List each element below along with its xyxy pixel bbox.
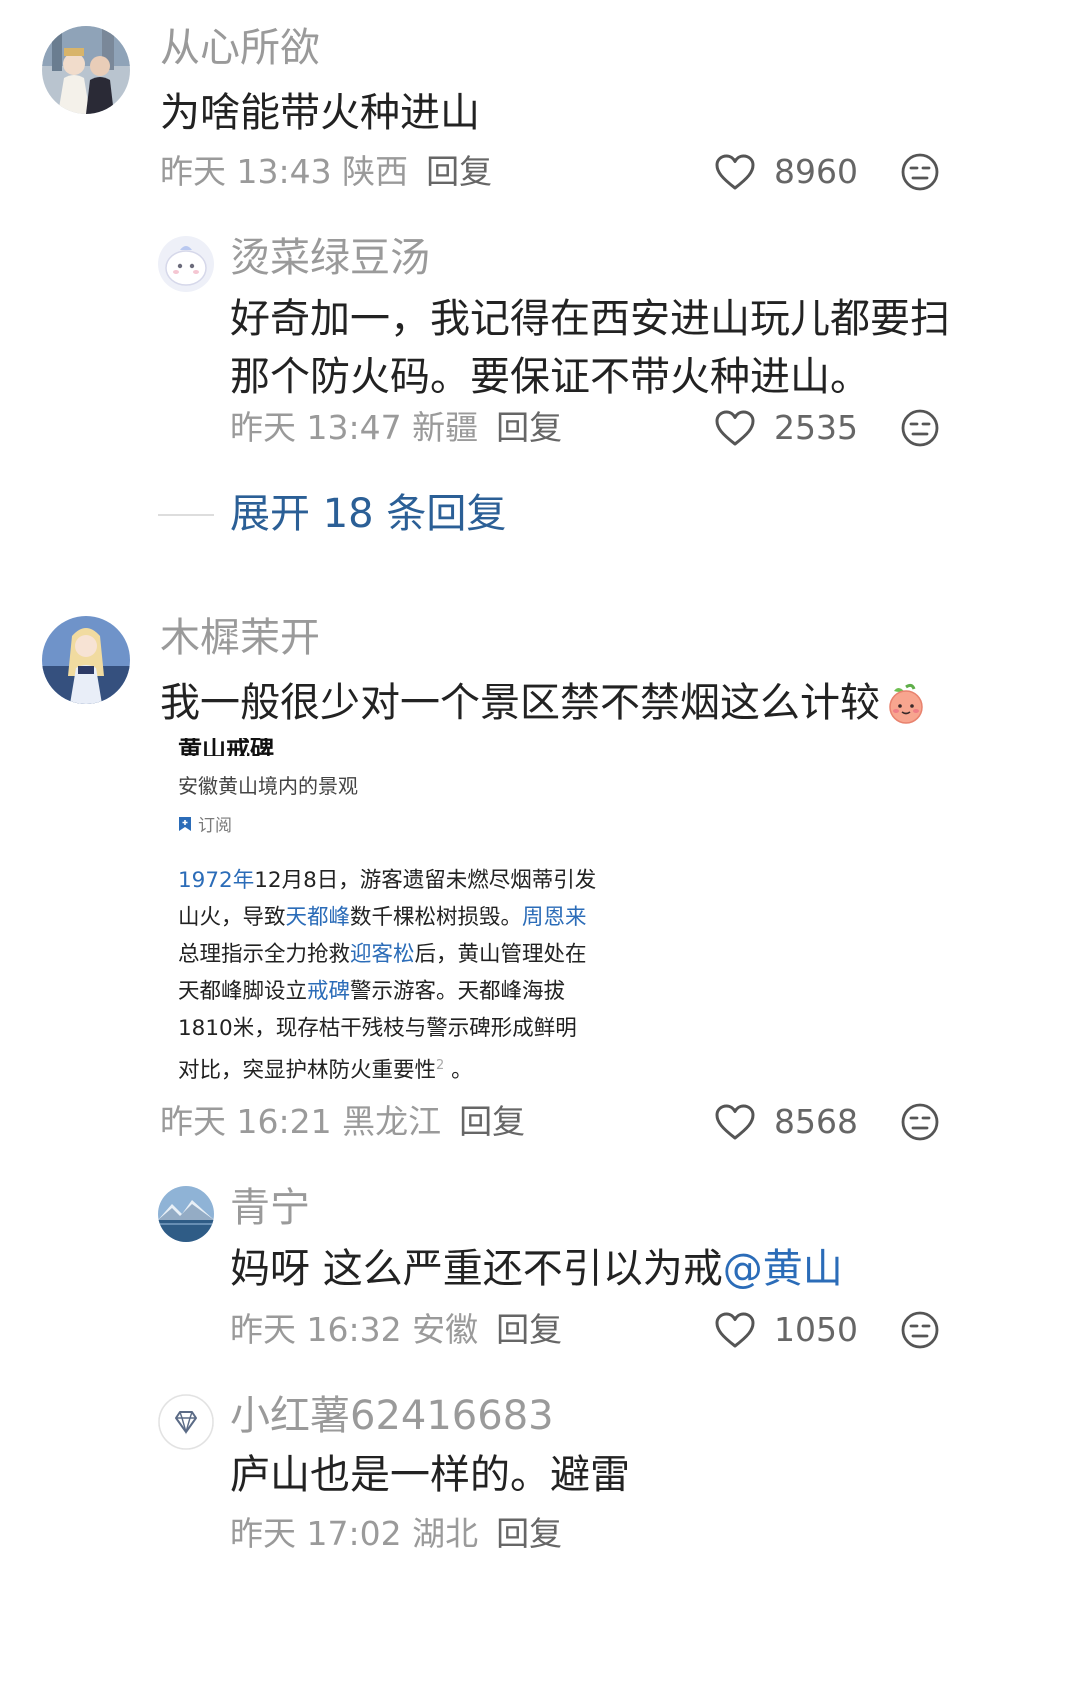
subscribe-row: 订阅 xyxy=(178,811,600,836)
like-button[interactable]: 2535 xyxy=(714,408,858,448)
reaction-button[interactable] xyxy=(900,408,940,452)
reply-button[interactable]: 回复 xyxy=(459,1102,525,1141)
quote-subtitle: 安徽黄山境内的景观 xyxy=(178,774,358,798)
expand-divider xyxy=(158,514,214,516)
reaction-button[interactable] xyxy=(900,1102,940,1146)
avatar-image xyxy=(158,1186,214,1242)
comment-author[interactable]: 从心所欲 xyxy=(160,24,320,72)
avatar-image xyxy=(42,616,130,704)
neutral-face-icon xyxy=(901,409,939,447)
quote-text: 数千棵松树损毁。 xyxy=(350,905,523,930)
heart-outline-icon xyxy=(715,154,755,190)
comment-time-location: 昨天 16:21 黑龙江 xyxy=(160,1102,442,1141)
comment-meta: 昨天 17:02 湖北 回复 xyxy=(230,1514,562,1554)
quote-text: 总理指示全力抢救 xyxy=(178,942,351,967)
quote-title: 黄山戒碑 xyxy=(178,738,274,756)
comment-time-location: 昨天 13:47 新疆 xyxy=(230,408,479,447)
comment-meta: 昨天 13:43 陕西 回复 xyxy=(160,152,492,192)
like-button[interactable]: 8960 xyxy=(714,152,858,192)
subscribe-label: 订阅 xyxy=(198,816,232,836)
comment-meta: 昨天 16:21 黑龙江 回复 xyxy=(160,1102,525,1142)
avatar[interactable] xyxy=(42,616,130,704)
comment-author[interactable]: 小红薯62416683 xyxy=(230,1392,554,1440)
quote-end: 。 xyxy=(451,1058,473,1080)
heart-outline-icon xyxy=(715,410,755,446)
comment-time-location: 昨天 16:32 安徽 xyxy=(230,1310,479,1349)
avatar[interactable] xyxy=(42,26,130,114)
like-count: 8960 xyxy=(774,152,858,191)
comment-author[interactable]: 木樨茉开 xyxy=(160,614,320,662)
reply-button[interactable]: 回复 xyxy=(426,152,492,191)
quote-link: 1972年 xyxy=(178,868,255,893)
avatar[interactable] xyxy=(158,236,214,292)
comment-author[interactable]: 青宁 xyxy=(230,1184,310,1232)
heart-outline-icon xyxy=(715,1104,755,1140)
avatar[interactable] xyxy=(158,1186,214,1242)
like-count: 8568 xyxy=(774,1102,858,1141)
comment-text-row: 妈呀 这么严重还不引以为戒@黄山 xyxy=(230,1240,843,1298)
comment-text: 我一般很少对一个景区禁不禁烟这么计较 xyxy=(160,680,880,726)
avatar-image xyxy=(158,236,214,292)
quote-link: 迎客松 xyxy=(350,942,415,967)
comment-meta: 昨天 13:47 新疆 回复 xyxy=(230,408,562,448)
like-count: 1050 xyxy=(774,1310,858,1349)
quote-link: 天都峰 xyxy=(285,905,351,930)
comment-time-location: 昨天 17:02 湖北 xyxy=(230,1514,479,1553)
reaction-button[interactable] xyxy=(900,152,940,196)
heart-outline-icon xyxy=(715,1312,755,1348)
quote-image[interactable]: 黄山戒碑 安徽黄山境内的景观 订阅 1972年12月8日，游客遗留未燃尽烟蒂引发… xyxy=(160,738,600,1080)
bookmark-icon xyxy=(179,816,191,831)
diamond-icon xyxy=(158,1394,214,1450)
like-button[interactable]: 1050 xyxy=(714,1310,858,1350)
quote-link: 周恩来 xyxy=(522,905,587,930)
like-button[interactable]: 8568 xyxy=(714,1102,858,1142)
comment-meta: 昨天 16:32 安徽 回复 xyxy=(230,1310,562,1350)
reply-button[interactable]: 回复 xyxy=(496,1514,562,1553)
comment-text: 庐山也是一样的。避雷 xyxy=(230,1452,630,1498)
comment-text: 为啥能带火种进山 xyxy=(160,90,480,136)
reaction-button[interactable] xyxy=(900,1310,940,1354)
avatar[interactable] xyxy=(158,1394,214,1450)
reply-button[interactable]: 回复 xyxy=(496,408,562,447)
quote-link: 戒碑 xyxy=(307,979,351,1004)
quote-body: 1972年12月8日，游客遗留未燃尽烟蒂引发山火，导致天都峰数千棵松树损毁。周恩… xyxy=(178,862,598,1080)
comment-text: 妈呀 这么严重还不引以为戒 xyxy=(230,1246,723,1292)
reply-button[interactable]: 回复 xyxy=(496,1310,562,1349)
neutral-face-icon xyxy=(901,1311,939,1349)
comment-text-row: 我一般很少对一个景区禁不禁烟这么计较 xyxy=(160,674,928,732)
comment-author[interactable]: 烫菜绿豆汤 xyxy=(230,234,430,282)
like-count: 2535 xyxy=(774,408,858,447)
comment-time-location: 昨天 13:43 陕西 xyxy=(160,152,409,191)
citation-marker: 2 xyxy=(436,1058,445,1073)
peach-face-emoji xyxy=(889,683,923,724)
neutral-face-icon xyxy=(901,153,939,191)
comment-text: 好奇加一，我记得在西安进山玩儿都要扫那个防火码。要保证不带火种进山。 xyxy=(230,296,950,400)
mention-link[interactable]: @黄山 xyxy=(723,1246,843,1292)
avatar-image xyxy=(42,26,130,114)
expand-replies-button[interactable]: 展开 18 条回复 xyxy=(230,490,506,538)
neutral-face-icon xyxy=(901,1103,939,1141)
